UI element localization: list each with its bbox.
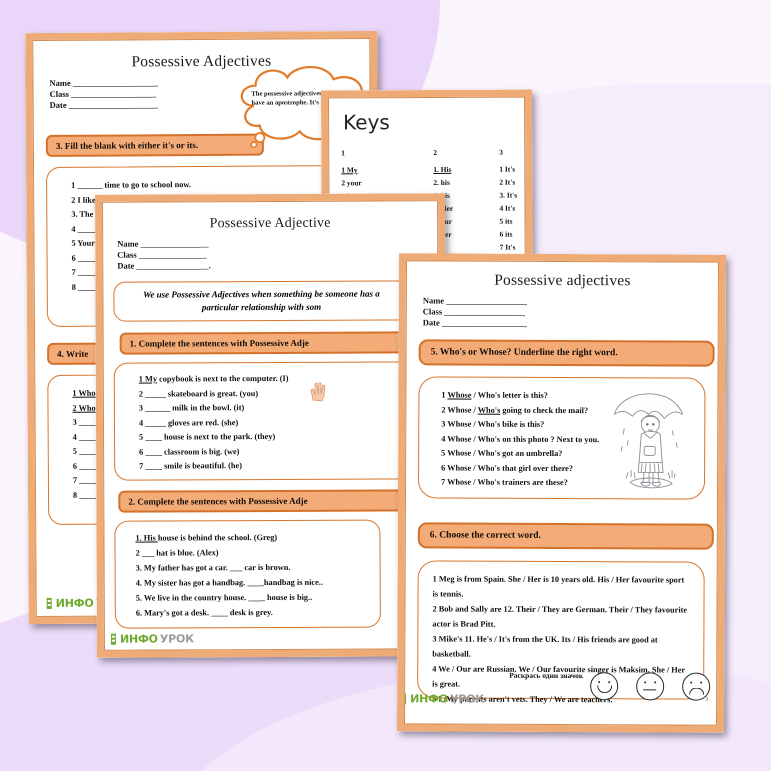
keys-item: 2 It's — [499, 177, 516, 187]
keys-item: 7 It's — [499, 242, 516, 252]
date-field-line[interactable]: Date ____________________ — [423, 317, 706, 329]
exercise-6-heading: 6. Choose the correct word. — [417, 522, 714, 550]
exercise-5-heading: 5. Who's or Whose? Underline the right w… — [418, 339, 715, 367]
exercise-2-item[interactable]: 5. We live in the country house. ____ ho… — [126, 590, 374, 606]
logo-text-green: ИНФО — [410, 692, 449, 706]
exercise-1-item[interactable]: 7 ____ smile is beautiful. (he) — [125, 458, 417, 474]
smiley-eye-right — [608, 681, 611, 684]
logo-text-grey: УРОК — [159, 632, 194, 646]
smiley-eye-right — [700, 681, 703, 684]
exercise-5-item-answer[interactable]: Who's — [478, 405, 501, 414]
exercise-2-item[interactable]: 3. My father has got a car. ___ car is b… — [126, 560, 374, 576]
exercise-1-item[interactable]: 3 ______ milk in the bowl. (it) — [125, 400, 417, 416]
page-title: Possessive Adjective — [209, 215, 331, 232]
keys-item: 2 your — [341, 178, 362, 188]
smiley-happy-icon[interactable] — [590, 672, 619, 701]
smiley-eye-left — [598, 681, 601, 684]
keys-item: 1. His — [433, 164, 452, 174]
smiley-eye-left — [644, 681, 647, 684]
exercise-6-item[interactable]: 2 Bob and Sally are 12. Their / They are… — [432, 601, 689, 632]
logo-mark-icon — [403, 693, 407, 705]
logo-text-green: ИНФО — [55, 596, 94, 610]
logo-text-green: ИНФО — [119, 632, 158, 646]
smiley-eye-right — [654, 681, 657, 684]
keys-column-3: 3 1 It's 2 It's 3. It's 4 It's 5 its 6 i… — [499, 146, 517, 267]
keys-item: 5 its — [499, 216, 513, 226]
keys-page-title: Keys — [343, 110, 390, 135]
exercise-1-heading: 1. Complete the sentences with Possessiv… — [119, 331, 410, 355]
exercise-2-item-rest: house is behind the school. (Greg) — [157, 532, 278, 543]
keys-item: 4 It's — [499, 203, 516, 213]
exercise-6-item[interactable]: 3 Mike's 11. He's / It's from the UK. It… — [432, 631, 689, 662]
page-inner: Possessive Adjective Name ______________… — [102, 200, 440, 651]
exercise-2-item[interactable]: 4. My sister has got a handbag. ____hand… — [126, 575, 374, 591]
smiley-rating-group[interactable] — [590, 672, 711, 701]
smiley-neutral-icon[interactable] — [636, 672, 665, 701]
page-inner: Possessive adjectives Name _____________… — [403, 260, 720, 726]
exercise-1-item-answer: 1 My — [138, 374, 158, 384]
page-title: Possessive adjectives — [494, 271, 631, 290]
page-number: 3 — [705, 696, 709, 703]
exercise-1-item[interactable]: 1 My copybook is next to the computer. (… — [125, 371, 417, 387]
girl-with-umbrella-illustration — [608, 384, 690, 492]
keys-item: 2. his — [433, 177, 450, 187]
keys-item: 1 My — [341, 165, 358, 175]
hand-clipart-icon — [305, 378, 331, 404]
exercise-1-panel[interactable]: 1 My copybook is next to the computer. (… — [113, 361, 429, 481]
infourok-logo: ИНФО УРОК — [403, 692, 485, 706]
logo-mark-icon — [46, 597, 52, 609]
exercise-2-heading: 2. Complete the sentences with Possessiv… — [118, 489, 419, 513]
logo-mark-icon — [110, 633, 116, 645]
exercise-5-item-index: 2 Whose / — [441, 404, 478, 415]
smiley-mouth — [643, 689, 657, 691]
exercise-1-item[interactable]: 2 _____ skateboard is great. (you) — [125, 386, 417, 402]
exercise-6-item[interactable]: 1 Meg is from Spain. She / Her is 10 yea… — [433, 571, 690, 602]
worksheet-page-right[interactable]: Possessive adjectives Name _____________… — [396, 253, 727, 733]
infourok-logo: ИНФО УРОК — [110, 632, 194, 646]
exercise-5-item-rest: / Who's letter is this? — [471, 390, 548, 400]
exercise-5-panel[interactable]: 1 Whose / Who's letter is this? 2 Whose … — [417, 376, 706, 500]
exercise-2-item[interactable]: 1. His house is behind the school. (Greg… — [125, 530, 373, 546]
smiley-mouth — [689, 687, 705, 695]
exercise-1-item[interactable]: 4 _____ gloves are red. (she) — [125, 415, 417, 431]
exercise-5-item-rest: going to check the mail? — [500, 405, 589, 415]
colour-one-icon-caption: Раскрась один значок — [509, 670, 584, 681]
smiley-mouth — [597, 685, 613, 694]
exercise-1-item[interactable]: 6 ____ classroom is big. (we) — [125, 444, 417, 460]
keys-item: 1 It's — [499, 164, 516, 174]
exercise-2-item[interactable]: 6. Mary's got a desk. ____ desk is grey. — [126, 605, 374, 621]
exercise-1-item-rest: copybook is next to the computer. (I) — [156, 373, 289, 384]
keys-column-2-header: 2 — [433, 147, 437, 157]
exercise-2-panel[interactable]: 1. His house is behind the school. (Greg… — [114, 519, 381, 629]
logo-text-grey: УРОК — [449, 692, 485, 706]
keys-item: 6 its — [499, 229, 513, 239]
keys-column-1-header: 1 — [341, 148, 345, 158]
exercise-2-item-answer: 1. His — [135, 533, 158, 543]
screenshot-stage: Possessive Adjectives Name _____________… — [0, 0, 771, 771]
date-field-line[interactable]: Date _________________. — [117, 259, 427, 271]
exercise-1-item[interactable]: 5 ____ house is next to the park. (they) — [125, 429, 417, 445]
keys-item: 3. It's — [499, 190, 518, 200]
smiley-eye-left — [690, 681, 693, 684]
worksheet-page-middle[interactable]: Possessive Adjective Name ______________… — [94, 193, 448, 658]
exercise-2-item[interactable]: 2 ___ hat is blue. (Alex) — [126, 545, 374, 561]
possessive-adjectives-note: We use Possessive Adjectives when someth… — [113, 280, 410, 322]
keys-column-3-header: 3 — [499, 147, 503, 157]
exercise-5-item-answer[interactable]: Whose — [447, 391, 471, 400]
